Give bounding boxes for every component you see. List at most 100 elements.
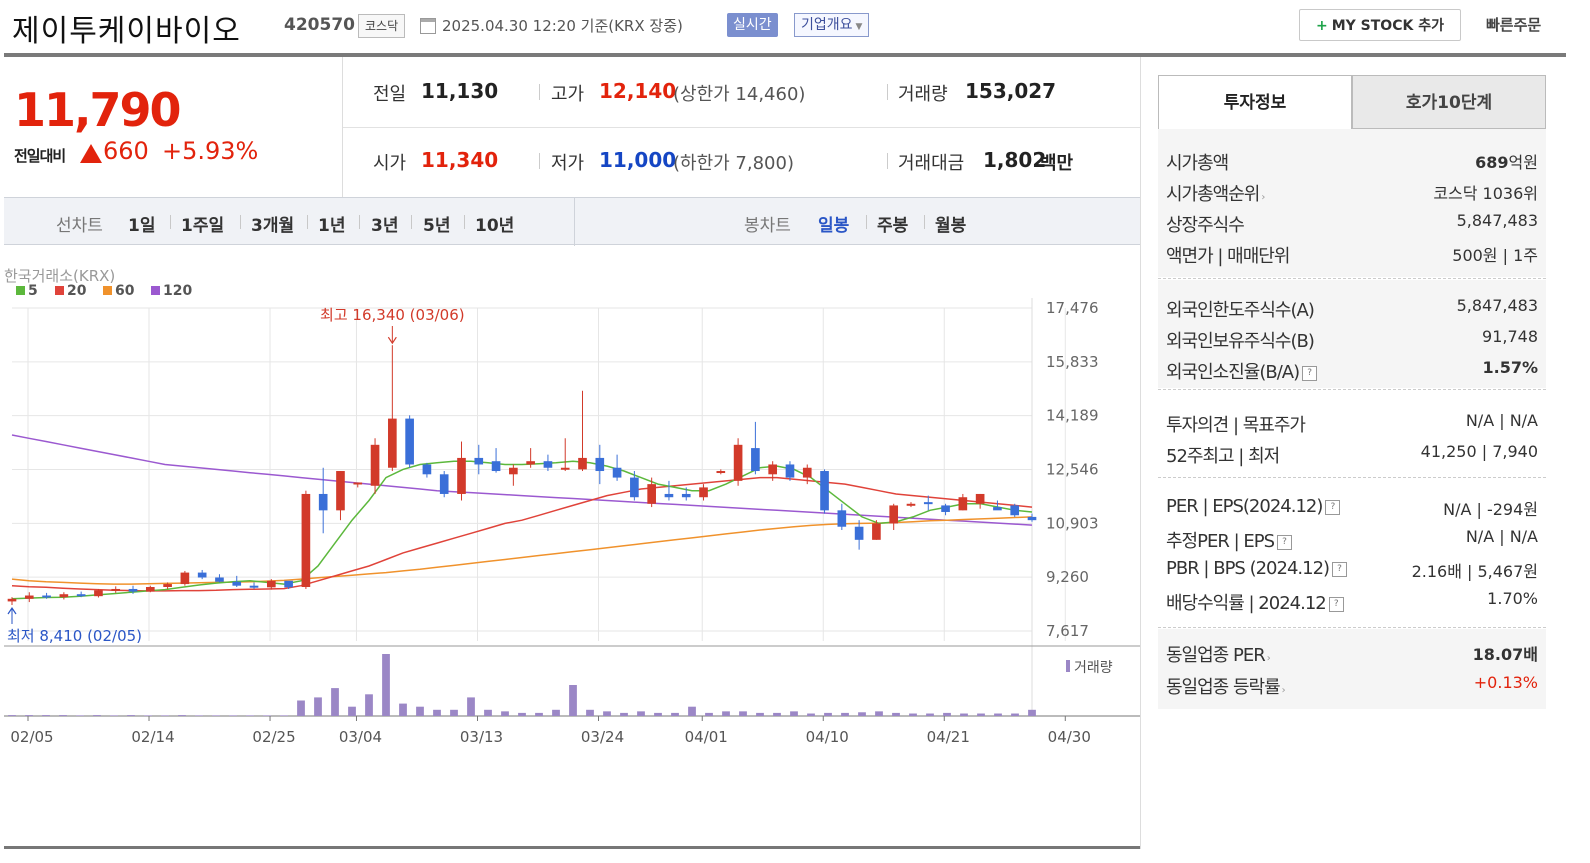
candle-body bbox=[249, 585, 259, 588]
help-icon[interactable]: ? bbox=[1302, 365, 1318, 381]
volume-bar bbox=[399, 703, 407, 716]
foreign-ratio-label: 외국인소진율(B/A) bbox=[1166, 362, 1300, 383]
foreign-limit-value: 5,847,483 bbox=[1456, 296, 1538, 315]
period-10y[interactable]: 10년 bbox=[475, 211, 514, 236]
candle-body bbox=[267, 580, 276, 588]
candle-body bbox=[975, 493, 985, 504]
candle-body bbox=[733, 444, 743, 481]
quick-order-link[interactable]: 빠른주문 bbox=[1486, 14, 1541, 35]
company-overview-dropdown[interactable]: 기업개요 ▼ bbox=[794, 13, 870, 37]
volume-bar bbox=[450, 709, 458, 716]
tab-invest-info[interactable]: 투자정보 bbox=[1158, 75, 1352, 129]
dividend-value: 1.70% bbox=[1487, 589, 1538, 608]
dividend-label: 배당수익률 | 2024.12 bbox=[1166, 593, 1327, 614]
chart-toolbar: 선차트 1일 1주일 3개월 1년 3년 5년 10년 봉차트 일봉 주봉 월봉 bbox=[4, 197, 1140, 246]
volume-bar bbox=[229, 715, 237, 716]
y-tick-label: 17,476 bbox=[1046, 299, 1099, 317]
candle-body bbox=[128, 588, 138, 592]
candle-monthly[interactable]: 월봉 bbox=[935, 211, 966, 236]
tab-order-book[interactable]: 호가10단계 bbox=[1352, 75, 1546, 129]
candle-body bbox=[854, 526, 864, 540]
est-per-value: N/A | N/A bbox=[1465, 527, 1538, 546]
volume-bar bbox=[297, 700, 305, 716]
help-icon[interactable]: ? bbox=[1277, 534, 1293, 550]
par-value-row: 액면가 | 매매단위 500원 | 1주 bbox=[1166, 242, 1538, 272]
stock-name: 제이투케이바이오 bbox=[12, 14, 241, 49]
x-axis-ticks: 02/05 02/14 02/25 03/04 03/13 03/24 04/01 04/10… bbox=[10, 716, 1091, 746]
candle-chart-label: 봉차트 bbox=[744, 216, 791, 236]
stock-code: 420570 bbox=[284, 15, 355, 35]
toolbar-divider bbox=[307, 215, 308, 229]
candle-body bbox=[163, 584, 172, 588]
sector-per-label: 동일업종 PER bbox=[1166, 645, 1266, 666]
listed-shares-row: 상장주식수 5,847,483 bbox=[1166, 211, 1538, 241]
period-3y[interactable]: 3년 bbox=[371, 211, 398, 236]
help-icon[interactable]: ? bbox=[1332, 561, 1348, 577]
candle-body bbox=[76, 594, 86, 597]
market-cap-rank-value: 코스닥 1036위 bbox=[1433, 184, 1538, 203]
legend-label-120: 120 bbox=[163, 283, 192, 299]
candlestick-chart[interactable]: 한국거래소(KRX) 5 20 60 120 17,476 15,833 14,189 12… bbox=[4, 246, 1140, 746]
candle-body bbox=[751, 448, 760, 472]
period-3m[interactable]: 3개월 bbox=[251, 211, 294, 236]
add-my-stock-label: MY STOCK 추가 bbox=[1331, 18, 1444, 34]
min-price-annotation: 최저 8,410 (02/05) bbox=[7, 627, 142, 645]
open-value: 11,340 bbox=[421, 148, 499, 172]
sector-change-value: +0.13% bbox=[1473, 673, 1538, 692]
price-change-percent: +5.93% bbox=[162, 137, 259, 165]
foreign-hold-value: 91,748 bbox=[1482, 327, 1538, 346]
sector-per-row[interactable]: 동일업종 PER › 18.07배 bbox=[1166, 641, 1538, 671]
toolbar-divider bbox=[464, 215, 465, 229]
listed-shares-label: 상장주식수 bbox=[1166, 215, 1245, 236]
par-value-value: 500원 | 1주 bbox=[1452, 246, 1538, 265]
est-per-label: 추정PER | EPS bbox=[1166, 531, 1275, 552]
market-cap-rank-row[interactable]: 시가총액순위 › 코스닥 1036위 bbox=[1166, 180, 1538, 210]
sector-change-row[interactable]: 동일업종 등락률 › +0.13% bbox=[1166, 673, 1538, 703]
candle-body bbox=[197, 572, 207, 578]
period-1y[interactable]: 1년 bbox=[318, 211, 345, 236]
volume-bar bbox=[824, 712, 832, 716]
volume-bar bbox=[620, 712, 628, 716]
trade-amount-label: 거래대금 bbox=[898, 153, 965, 174]
market-cap-value-wrap: 689억원 bbox=[1475, 149, 1538, 173]
x-tick-label: 04/01 bbox=[685, 728, 728, 746]
period-1w[interactable]: 1주일 bbox=[181, 211, 224, 236]
est-per-label-wrap: 추정PER | EPS? bbox=[1166, 527, 1293, 553]
candle-daily[interactable]: 일봉 bbox=[818, 211, 849, 236]
open-label: 시가 bbox=[373, 153, 407, 174]
candle-weekly[interactable]: 주봉 bbox=[877, 211, 908, 236]
volume-bar bbox=[1028, 709, 1036, 716]
current-price-box: 11,790 전일대비 660 +5.93% bbox=[4, 57, 343, 197]
period-5y[interactable]: 5년 bbox=[423, 211, 450, 236]
candle-body bbox=[958, 497, 968, 511]
volume-bar bbox=[790, 711, 798, 716]
add-my-stock-button[interactable]: + MY STOCK 추가 bbox=[1299, 9, 1461, 41]
help-icon[interactable]: ? bbox=[1328, 596, 1344, 612]
candle-body bbox=[370, 444, 380, 486]
candle-body bbox=[560, 467, 570, 470]
volume-bar bbox=[25, 715, 33, 716]
help-icon[interactable]: ? bbox=[1325, 499, 1341, 515]
column-divider bbox=[887, 153, 888, 169]
sector-per-value: 18.07배 bbox=[1472, 645, 1538, 664]
realtime-button[interactable]: 실시간 bbox=[727, 13, 778, 37]
candle-body bbox=[595, 457, 605, 472]
candle-body bbox=[318, 493, 328, 511]
sector-change-label: 동일업종 등락률 bbox=[1166, 677, 1281, 698]
volume-bar bbox=[59, 715, 67, 716]
market-cap-unit: 억원 bbox=[1508, 153, 1538, 172]
candle-body bbox=[232, 581, 242, 586]
period-1d[interactable]: 1일 bbox=[128, 211, 155, 236]
week52-value: 41,250 | 7,940 bbox=[1420, 442, 1538, 461]
chevron-right-icon: › bbox=[1281, 685, 1286, 696]
volume-bar bbox=[773, 712, 781, 716]
stock-chart[interactable]: 한국거래소(KRX) 5 20 60 120 17,476 15,833 14,189 12… bbox=[4, 246, 1140, 746]
high-value: 12,140 bbox=[599, 79, 677, 103]
candle-body bbox=[941, 505, 950, 512]
candle-body bbox=[785, 464, 795, 478]
candle-body bbox=[405, 418, 414, 465]
volume-bar bbox=[127, 715, 135, 716]
candle-body bbox=[388, 418, 397, 468]
legend-label-5: 5 bbox=[28, 283, 38, 299]
volume-bar bbox=[8, 715, 16, 716]
